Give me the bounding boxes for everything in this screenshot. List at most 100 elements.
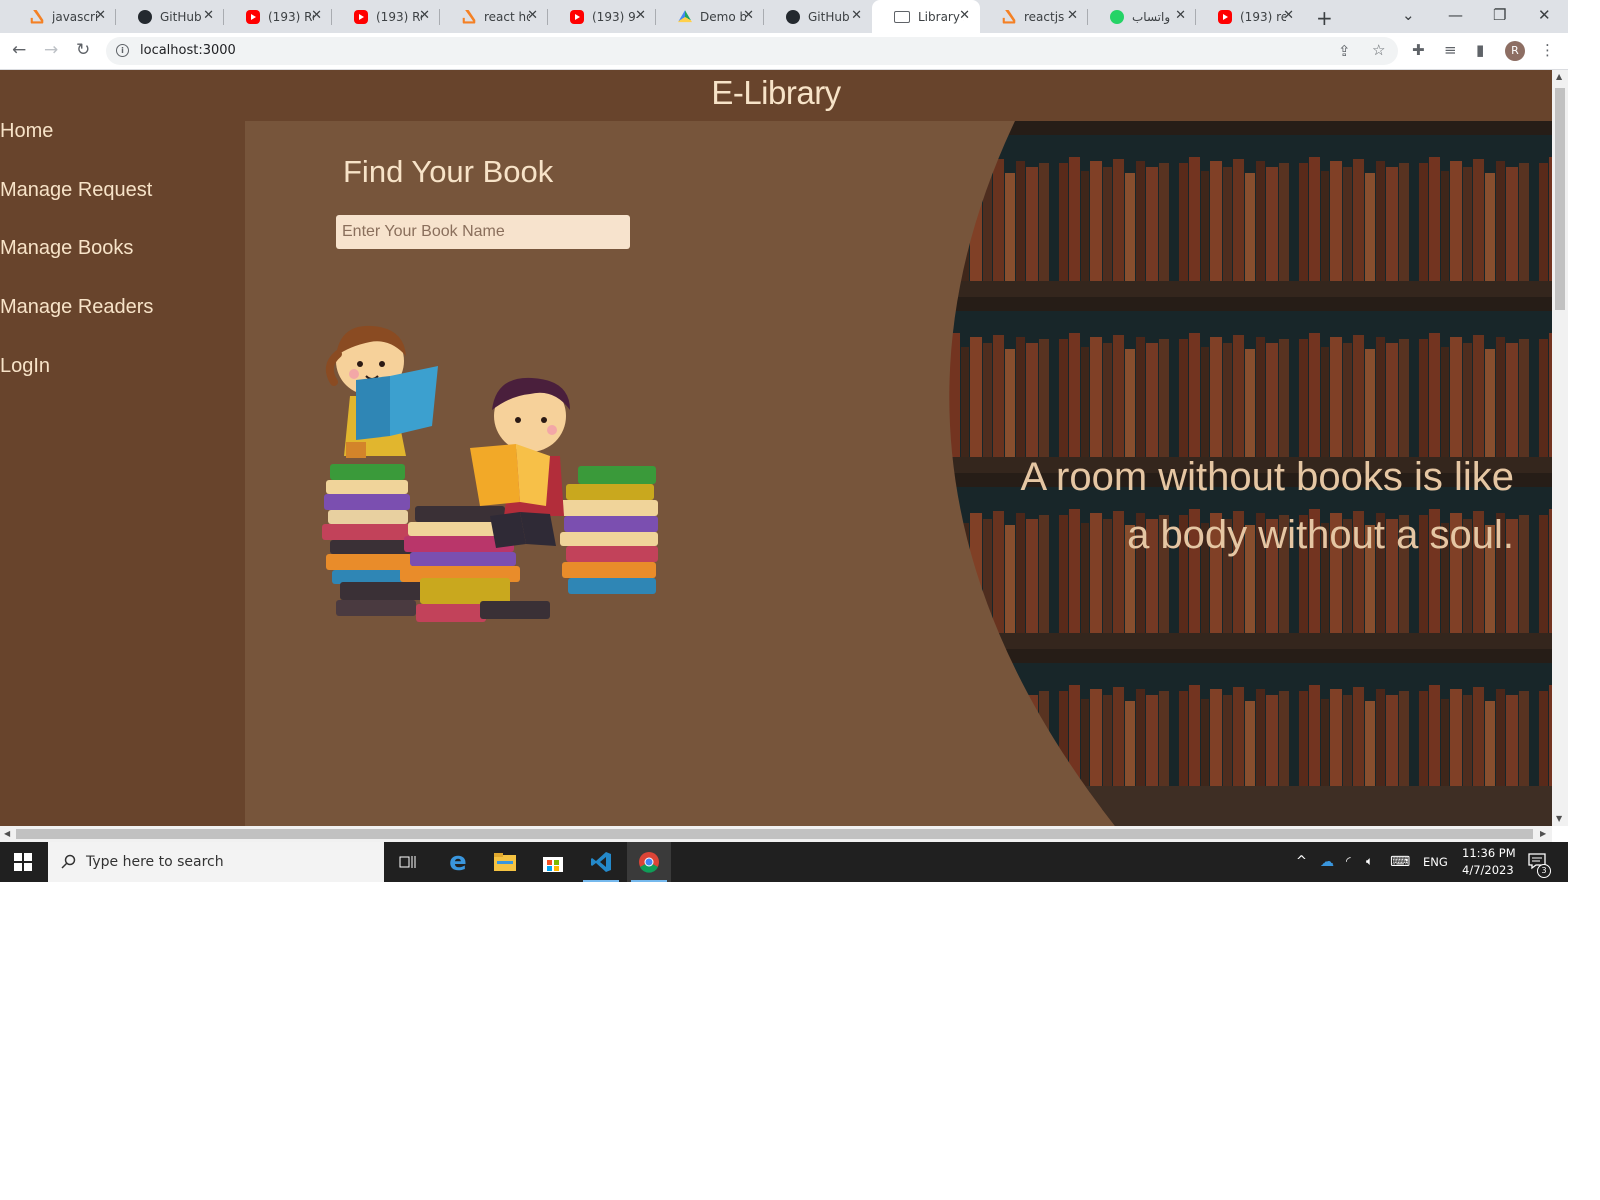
tab-title: Demo b	[700, 9, 746, 24]
file-explorer-icon[interactable]	[483, 842, 527, 882]
nav-manage-books[interactable]: Manage Books	[0, 237, 133, 260]
browser-tab[interactable]: react ho ✕	[440, 0, 548, 33]
browser-tab-active[interactable]: Library A ✕	[872, 0, 980, 33]
restore-icon[interactable]: ❐	[1493, 6, 1506, 24]
browser-tab[interactable]: (193) re ✕	[1196, 0, 1304, 33]
stackoverflow-icon	[1002, 9, 1016, 24]
forward-icon[interactable]: →	[44, 40, 58, 60]
vertical-scroll-thumb[interactable]	[1555, 88, 1565, 310]
bookmark-star-icon[interactable]: ☆	[1372, 41, 1385, 59]
browser-tab[interactable]: javascrip ✕	[8, 0, 116, 33]
browser-tab[interactable]: Demo b ✕	[656, 0, 764, 33]
close-tab-icon[interactable]: ✕	[311, 8, 322, 23]
side-panel-icon[interactable]: ▮	[1476, 41, 1484, 59]
close-tab-icon[interactable]: ✕	[851, 8, 862, 23]
site-info-icon[interactable]: i	[116, 44, 129, 57]
close-tab-icon[interactable]: ✕	[1175, 8, 1186, 23]
show-hidden-icons[interactable]: ^	[1296, 854, 1307, 869]
browser-tab[interactable]: واتساب ✕	[1088, 0, 1196, 33]
task-view-icon[interactable]	[386, 842, 430, 882]
quote-line-2: a body without a soul.	[1127, 513, 1514, 557]
menu-icon[interactable]: ⋮	[1540, 41, 1555, 59]
profile-avatar[interactable]: R	[1505, 41, 1525, 61]
browser-tab[interactable]: (193) 9- ✕	[548, 0, 656, 33]
tab-title: GitHub -	[808, 9, 854, 24]
chrome-icon[interactable]	[627, 842, 671, 882]
google-drive-icon	[678, 10, 692, 23]
onedrive-icon[interactable]: ☁	[1320, 854, 1334, 870]
close-tab-icon[interactable]: ✕	[527, 8, 538, 23]
main-content: Find Your Book Enter Your Book Name A ro…	[245, 121, 1552, 826]
nav-manage-readers[interactable]: Manage Readers	[0, 296, 153, 319]
tab-title: javascrip	[52, 9, 98, 24]
tab-title: (193) 9-	[592, 9, 638, 24]
tab-title: GitHub -	[160, 9, 206, 24]
clock-date[interactable]: 4/7/2023	[1462, 863, 1514, 877]
tab-title: واتساب	[1132, 9, 1171, 24]
kids-reading-illustration	[322, 325, 658, 622]
youtube-icon	[246, 9, 260, 24]
search-icon	[61, 854, 76, 869]
close-window-icon[interactable]: ✕	[1538, 6, 1551, 24]
volume-icon[interactable]: 🔈︎	[1366, 854, 1373, 869]
minimize-icon[interactable]: —	[1448, 6, 1463, 24]
tab-search-icon[interactable]: ⌄	[1402, 6, 1415, 24]
language-indicator[interactable]: ENG	[1423, 855, 1448, 869]
browser-toolbar: ← → ↻ i localhost:3000 ⇪ ☆ ✚ ≡ ▮ ⋮	[0, 33, 1568, 70]
clock-time[interactable]: 11:36 PM	[1462, 846, 1516, 860]
browser-tab[interactable]: (193) Re ✕	[332, 0, 440, 33]
stackoverflow-icon	[462, 9, 476, 24]
book-search-input[interactable]	[336, 215, 630, 249]
nav-login[interactable]: LogIn	[0, 355, 50, 378]
tab-title: (193) re	[1240, 9, 1286, 24]
microsoft-store-icon[interactable]	[531, 842, 575, 882]
windows-start-icon[interactable]	[14, 853, 32, 871]
nav-manage-request[interactable]: Manage Request	[0, 179, 152, 202]
browser-tab[interactable]: GitHub - ✕	[116, 0, 224, 33]
browser-tab[interactable]: GitHub - ✕	[764, 0, 872, 33]
tab-title: reactjs -	[1024, 9, 1070, 24]
url-text[interactable]: localhost:3000	[140, 43, 236, 58]
youtube-icon	[1218, 9, 1232, 24]
whatsapp-icon	[1110, 9, 1124, 24]
close-tab-icon[interactable]: ✕	[743, 8, 754, 23]
quote: A room without books is like a body with…	[954, 448, 1514, 564]
close-tab-icon[interactable]: ✕	[1283, 8, 1294, 23]
tab-title: (193) Re	[268, 9, 314, 24]
close-tab-icon[interactable]: ✕	[1067, 8, 1078, 23]
github-icon	[138, 9, 152, 24]
close-tab-icon[interactable]: ✕	[203, 8, 214, 23]
reading-list-icon[interactable]: ≡	[1444, 41, 1457, 59]
keyboard-icon[interactable]: ⌨	[1390, 854, 1410, 870]
screen: javascrip ✕ GitHub - ✕ (193) Re ✕ (193) …	[0, 0, 1568, 882]
close-tab-icon[interactable]: ✕	[95, 8, 106, 23]
sidebar: Home Manage Request Manage Books Manage …	[0, 120, 245, 826]
new-tab-icon[interactable]: +	[1316, 6, 1333, 30]
windows-taskbar: Type here to search e ^ ☁ ◜ 🔈︎ ⌨ ENG 11:…	[0, 842, 1568, 882]
close-tab-icon[interactable]: ✕	[419, 8, 430, 23]
youtube-icon	[354, 9, 368, 24]
browser-tab[interactable]: (193) Re ✕	[224, 0, 332, 33]
vscode-icon[interactable]	[579, 842, 623, 882]
close-tab-icon[interactable]: ✕	[959, 8, 970, 23]
taskbar-search-box[interactable]: Type here to search	[48, 842, 384, 882]
notification-count-badge: 3	[1537, 864, 1551, 878]
vertical-scrollbar[interactable]: ▲ ▼	[1552, 70, 1568, 826]
find-book-title: Find Your Book	[343, 154, 554, 189]
tab-title: react ho	[484, 9, 530, 24]
horizontal-scrollbar[interactable]: ◀ ▶	[0, 826, 1552, 842]
nav-home[interactable]: Home	[0, 120, 53, 143]
taskbar-search-placeholder: Type here to search	[86, 854, 224, 870]
extensions-icon[interactable]: ✚	[1412, 41, 1425, 59]
page: E-Library Home Manage Request Manage Boo…	[0, 70, 1552, 826]
network-icon[interactable]: ◜	[1346, 854, 1351, 868]
share-icon[interactable]: ⇪	[1338, 42, 1351, 60]
browser-tab[interactable]: reactjs - ✕	[980, 0, 1088, 33]
back-icon[interactable]: ←	[12, 40, 26, 60]
close-tab-icon[interactable]: ✕	[635, 8, 646, 23]
edge-browser-icon[interactable]: e	[436, 842, 480, 882]
reload-icon[interactable]: ↻	[76, 40, 90, 60]
tab-title: Library A	[918, 9, 964, 24]
address-bar[interactable]: i localhost:3000 ⇪ ☆	[106, 37, 1398, 65]
horizontal-scroll-thumb[interactable]	[16, 829, 1533, 839]
